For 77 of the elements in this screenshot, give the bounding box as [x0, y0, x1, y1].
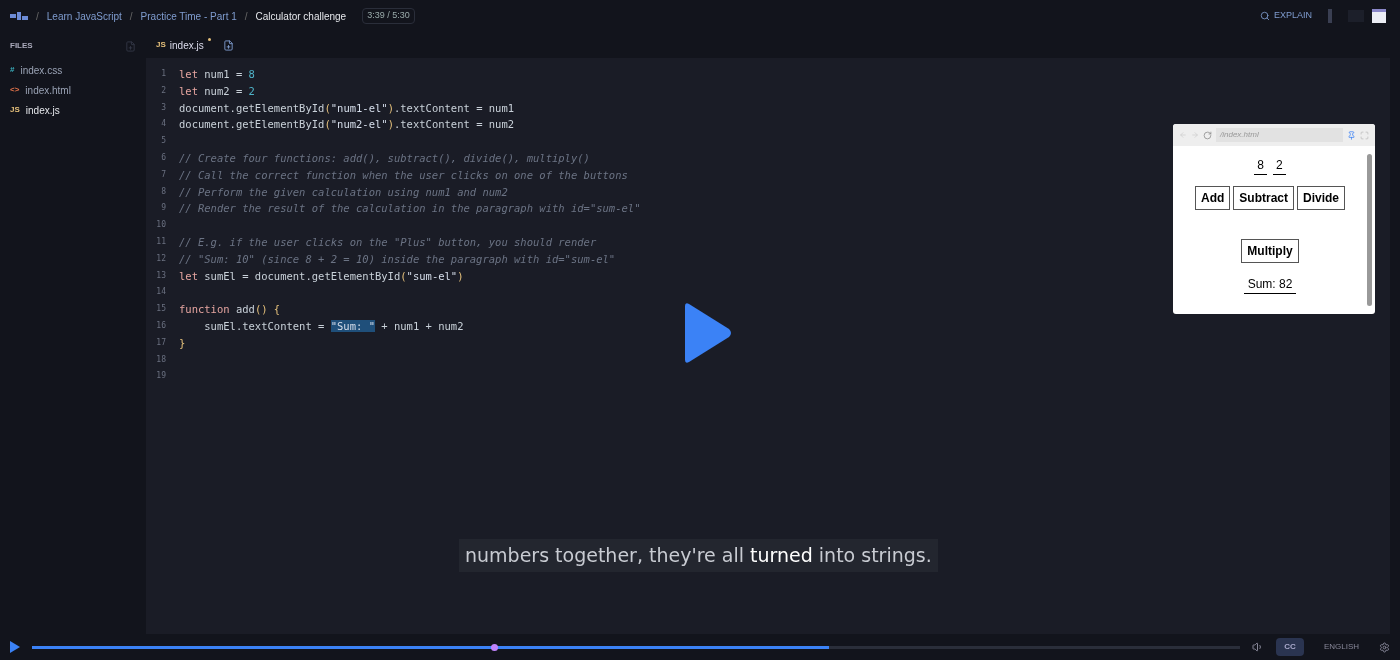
file-type-icon: JS [156, 39, 166, 51]
line-number: 4 [160, 118, 166, 131]
language-label[interactable]: ENGLISH [1323, 641, 1359, 653]
file-type-icon: <> [10, 84, 20, 96]
new-file-icon[interactable] [222, 39, 234, 51]
file-name: index.js [25, 103, 60, 118]
file-item[interactable]: JS index.js [0, 100, 146, 120]
line-number: 9 [160, 202, 166, 215]
code-line: let sumEl = document.getElementById("sum-el") [179, 268, 464, 284]
file-type-icon: JS [10, 104, 20, 116]
line-number: 19 [155, 370, 166, 383]
fullscreen-icon[interactable] [1360, 130, 1369, 140]
line-number: 5 [160, 135, 166, 148]
editor-tab[interactable]: JS index.js [152, 32, 215, 58]
line-number: 3 [160, 101, 166, 114]
line-number: 14 [155, 286, 166, 299]
play-icon[interactable] [10, 641, 20, 653]
progress-track[interactable] [32, 645, 1241, 649]
breadcrumb-separator: / [244, 9, 248, 24]
line-number: 16 [155, 319, 166, 332]
line-number: 1 [160, 68, 166, 80]
chapter-marker[interactable] [491, 643, 499, 651]
pin-icon[interactable] [1347, 130, 1356, 140]
line-number: 15 [155, 303, 166, 316]
layout-toggle[interactable] [1372, 9, 1386, 23]
code-line: function add() { [179, 302, 281, 318]
breadcrumb-link[interactable]: Calculator challenge [255, 8, 347, 24]
code-line: document.getElementById("num2-el").textContent = num2 [179, 117, 515, 133]
line-number: 13 [155, 269, 166, 282]
line-number: 8 [160, 185, 166, 198]
line-number: 18 [155, 353, 166, 366]
files-heading: FILES [10, 40, 33, 52]
video-time: 3:39 / 5:30 [362, 8, 415, 24]
code-line: // Call the correct function when the user clicks on one of the buttons [179, 167, 628, 183]
caption: numbers together, they're all turned into strings. [459, 539, 938, 572]
line-number: 10 [155, 219, 166, 232]
reload-icon[interactable] [1203, 130, 1212, 140]
code-line: let num2 = 2 [179, 83, 255, 99]
code-line: } [179, 335, 186, 351]
layout-toggle[interactable] [1328, 9, 1332, 23]
line-number: 11 [155, 235, 166, 248]
sum-text: Sum: 82 [1243, 275, 1297, 294]
tab-label: index.js [169, 38, 204, 53]
code-line: // Render the result of the calculation in the paragraph with id="sum-el" [179, 201, 641, 217]
file-item[interactable]: <> index.html [0, 80, 146, 100]
breadcrumb-link[interactable]: Practice Time - Part 1 [140, 8, 237, 24]
code-line: // Perform the given calculation using num1 and num2 [179, 184, 508, 200]
code-line: sumEl.textContent = "Sum: " + num1 + num2 [203, 318, 464, 334]
calculator-button[interactable]: Add [1195, 186, 1231, 210]
search-icon [1259, 11, 1270, 21]
logo-icon [10, 12, 28, 20]
breadcrumb-separator: / [129, 9, 133, 24]
explain-button[interactable]: EXPLAIN [1259, 9, 1312, 23]
line-number: 12 [155, 252, 166, 265]
file-name: index.css [20, 63, 63, 78]
line-number: 6 [160, 152, 166, 164]
code-line: // "Sum: 10" (since 8 + 2 = 10) inside the paragraph with id="sum-el" [179, 251, 616, 267]
calculator-button[interactable]: Divide [1297, 186, 1345, 210]
code-line: let num1 = 8 [179, 67, 255, 82]
breadcrumb-separator: / [36, 9, 39, 24]
cc-button[interactable]: CC [1276, 638, 1304, 656]
line-number: 2 [160, 84, 166, 97]
file-item[interactable]: # index.css [0, 60, 146, 80]
calculator-button[interactable]: Multiply [1241, 239, 1299, 263]
number-display: 2 [1273, 156, 1286, 175]
file-type-icon: # [10, 64, 15, 76]
code-line: // E.g. if the user clicks on the "Plus" button, you should render [179, 234, 597, 250]
line-number: 17 [155, 336, 166, 349]
scrollbar[interactable] [1367, 154, 1372, 306]
line-number: 7 [160, 168, 166, 181]
code-line: document.getElementById("num1-el").textContent = num1 [179, 100, 515, 116]
settings-icon[interactable] [1379, 641, 1390, 653]
number-display: 8 [1254, 156, 1267, 175]
file-name: index.html [25, 83, 71, 98]
breadcrumb-link[interactable]: Learn JavaScript [46, 8, 122, 24]
calculator-button[interactable]: Subtract [1233, 186, 1294, 210]
code-line: // Create four functions: add(), subtract(), divide(), multiply() [179, 151, 590, 166]
